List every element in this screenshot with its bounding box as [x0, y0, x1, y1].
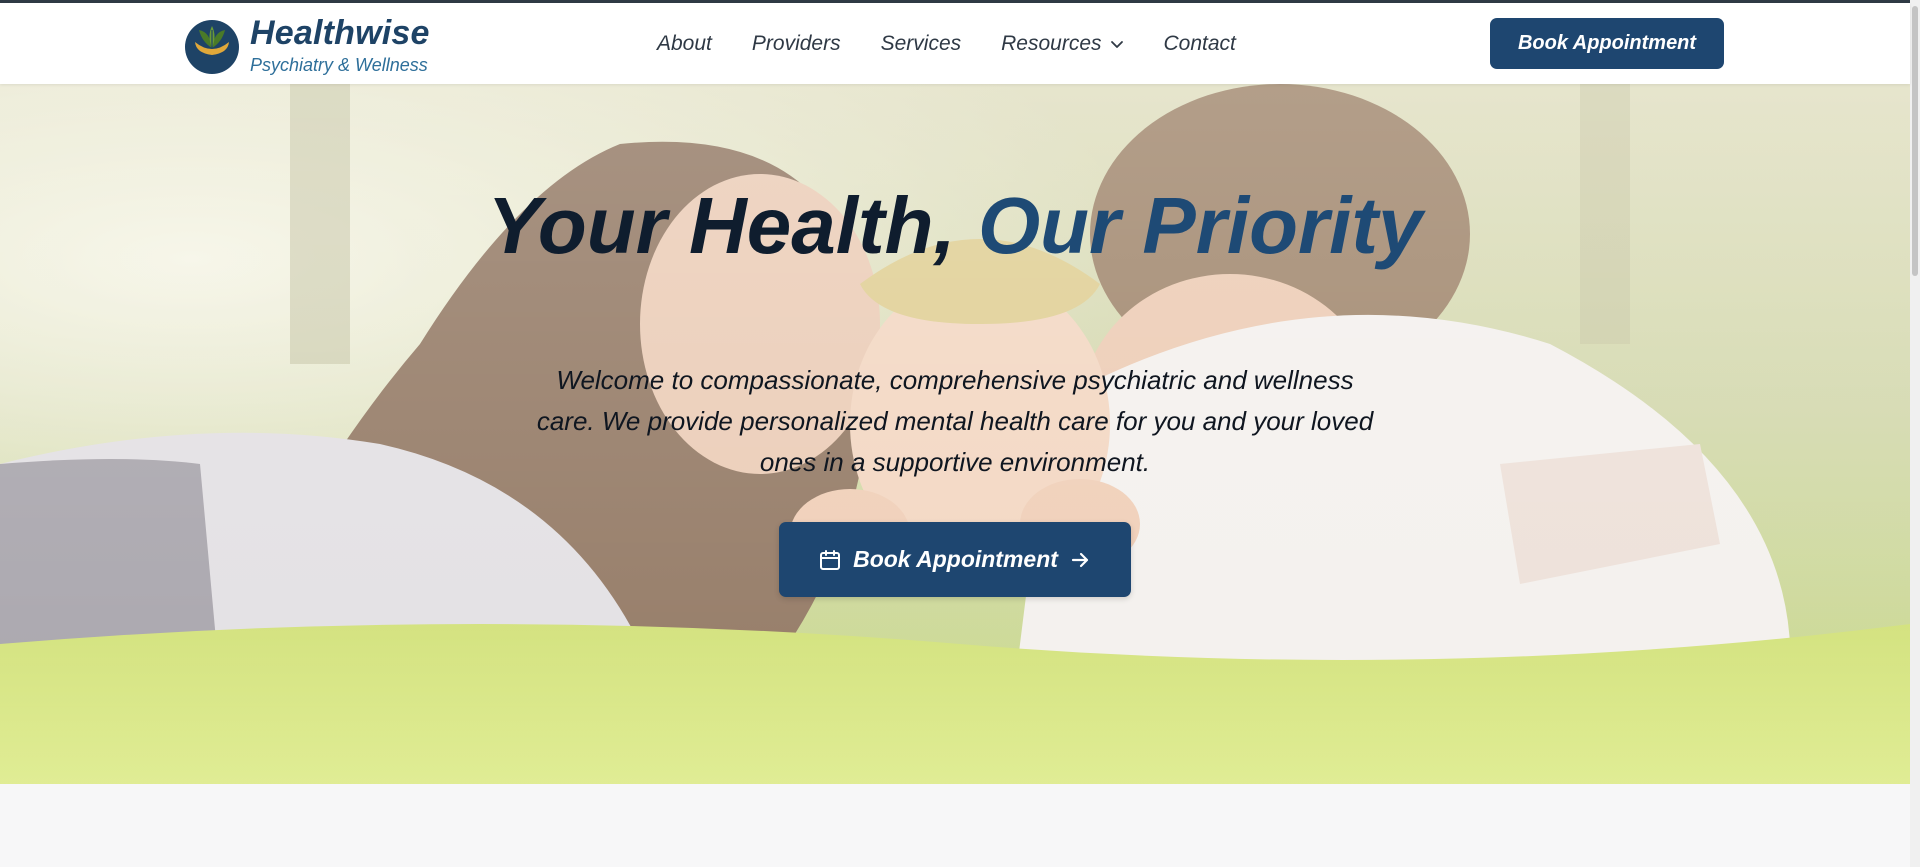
- logo-icon: [185, 20, 239, 74]
- hero-title-accent: Our Priority: [977, 181, 1423, 270]
- nav-item-resources[interactable]: Resources: [1001, 32, 1123, 56]
- calendar-icon: [820, 549, 841, 570]
- page-scrollbar[interactable]: [1910, 0, 1920, 867]
- hero-book-appointment-button[interactable]: Book Appointment: [779, 522, 1131, 597]
- nav-item-services[interactable]: Services: [881, 32, 962, 56]
- hero-subtitle: Welcome to compassionate, comprehensive …: [536, 365, 1374, 477]
- logo[interactable]: Healthwise Psychiatry & Wellness: [184, 16, 430, 76]
- brand-tagline: Psychiatry & Wellness: [250, 55, 428, 75]
- nav-item-providers[interactable]: Providers: [752, 32, 841, 56]
- nav-item-about[interactable]: About: [657, 32, 712, 56]
- chevron-down-icon: [1110, 40, 1123, 48]
- brand-name: Healthwise: [250, 14, 430, 52]
- scrollbar-thumb[interactable]: [1912, 6, 1918, 276]
- hero-title-main: Your Health,: [487, 181, 956, 270]
- nav-item-contact[interactable]: Contact: [1164, 32, 1236, 56]
- main-nav: About Providers Services Resources Conta…: [657, 3, 1276, 84]
- hero-button-label: Book Appointment: [853, 546, 1058, 572]
- nav-item-resources-label: Resources: [1001, 31, 1102, 55]
- hero-content: Your Health, Our Priority Welcome to com…: [0, 84, 1910, 784]
- hero-section: Your Health, Our Priority Welcome to com…: [0, 84, 1910, 784]
- site-header: Healthwise Psychiatry & Wellness About P…: [0, 3, 1910, 84]
- header-book-appointment-button[interactable]: Book Appointment: [1490, 18, 1724, 69]
- arrow-right-icon: [1071, 552, 1089, 567]
- hero-title: Your Health, Our Priority: [0, 186, 1910, 266]
